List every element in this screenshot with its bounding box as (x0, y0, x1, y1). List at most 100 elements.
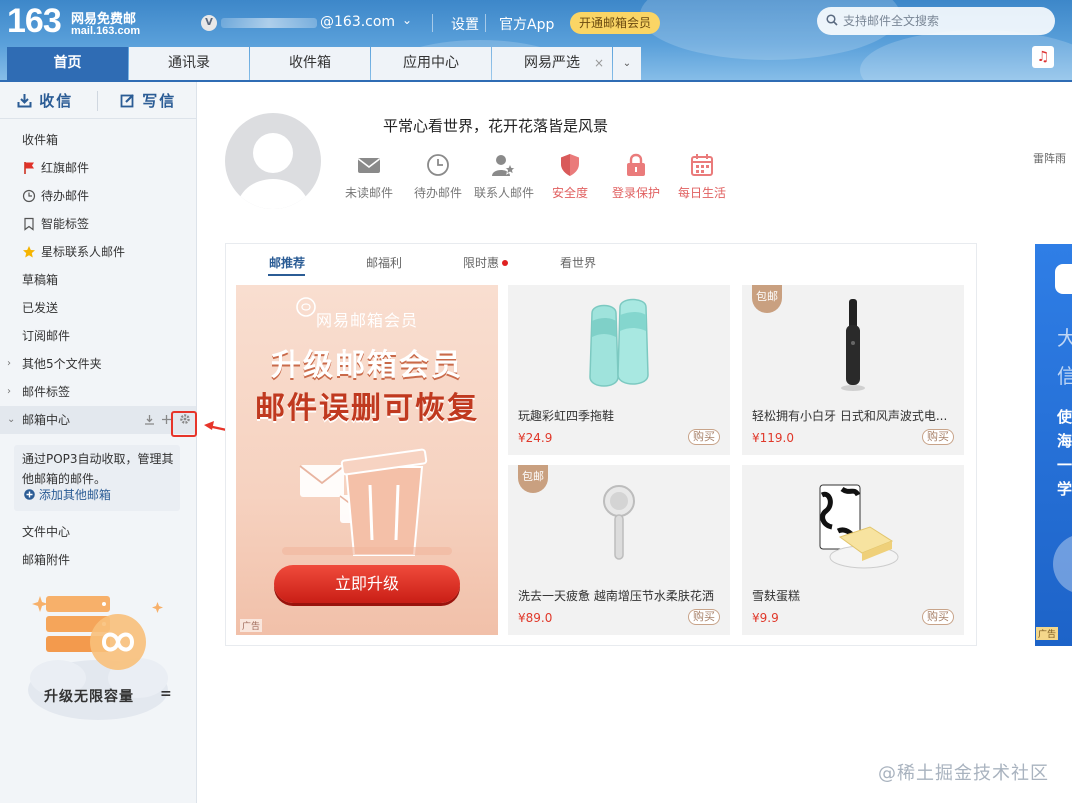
watermark: @稀土掘金技术社区 (878, 763, 1049, 784)
open-vip-button[interactable]: 开通邮箱会员 (570, 12, 660, 34)
settings-link[interactable]: 设置 (451, 14, 479, 34)
folder-label: 邮件标签 (22, 385, 71, 399)
product-card-slippers[interactable]: 玩趣彩虹四季拖鞋 ¥24.9 购买 (508, 285, 730, 455)
product-card-toothbrush[interactable]: 包邮 轻松拥有小白牙 日式和风声波式电... ¥119.0 购买 (742, 285, 964, 455)
side-banner-ad[interactable]: 大 信 使 海 一 学 (1035, 244, 1072, 646)
cake-image (819, 484, 899, 569)
buy-button[interactable]: 购买 (922, 429, 954, 445)
account-name-masked (221, 18, 317, 28)
storage-upgrade-label[interactable]: 升级无限容量 (44, 686, 134, 706)
search-input[interactable] (843, 13, 1043, 29)
buy-button[interactable]: 购买 (688, 609, 720, 625)
clock-icon (22, 189, 36, 203)
compose-divider (97, 91, 98, 111)
sidebar-item-todo[interactable]: 待办邮件 (0, 182, 196, 210)
buy-button[interactable]: 购买 (688, 429, 720, 445)
sidebar-item-file-center[interactable]: 文件中心 (0, 518, 196, 546)
sidebar-item-mail-tags[interactable]: › 邮件标签 (0, 378, 196, 406)
tab-yanxuan[interactable]: 网易严选 × (492, 47, 612, 80)
logo-number[interactable]: 163 (7, 2, 62, 41)
slippers-image (589, 298, 649, 387)
tab-close-icon[interactable]: × (594, 47, 604, 80)
tab-app-center[interactable]: 应用中心 (371, 47, 491, 80)
search-icon[interactable] (826, 14, 838, 26)
product-name: 雪麸蛋糕 (752, 589, 801, 603)
product-card-showerhead[interactable]: 包邮 洗去一天疲惫 越南增压节水柔肤花洒 ¥89.0 购买 (508, 465, 730, 635)
product-price: ¥119.0 (752, 431, 794, 445)
add-other-mailbox-link[interactable]: 添加其他邮箱 (24, 487, 111, 503)
sidebar-item-other-folders[interactable]: › 其他5个文件夹 (0, 350, 196, 378)
upgrade-now-button[interactable]: 立即升级 (274, 565, 460, 603)
star-icon (23, 246, 35, 258)
clock-icon (427, 154, 449, 176)
sidebar-item-smart-tags[interactable]: 智能标签 (0, 210, 196, 238)
chevron-down-icon: ⌄ (7, 414, 16, 425)
feed-tab-deals[interactable]: 限时惠 (463, 254, 499, 271)
buy-button[interactable]: 购买 (922, 609, 954, 625)
folder-label: 草稿箱 (22, 273, 59, 287)
quick-link-label: 待办邮件 (413, 186, 462, 200)
banner-char: 海 (1057, 432, 1072, 450)
vip-upgrade-ad[interactable]: 网易邮箱会员 升级邮箱会员 邮件误删可恢复 立即升级 广告 (236, 285, 498, 635)
tab-label: 通讯录 (168, 55, 210, 71)
product-name: 洗去一天疲惫 越南增压节水柔肤花洒 (518, 589, 714, 603)
product-price: ¥9.9 (752, 611, 779, 625)
quick-link-security[interactable]: 安全度 (538, 152, 602, 201)
tab-contacts[interactable]: 通讯录 (129, 47, 249, 80)
quick-link-label: 联系人邮件 (473, 186, 534, 200)
quick-link-contact-mail[interactable]: 联系人邮件 (472, 152, 536, 201)
active-tab-underline (268, 274, 305, 276)
product-price: ¥89.0 (518, 611, 553, 625)
ad-tag: 广告 (1036, 627, 1059, 640)
vip-level-badge[interactable]: V (201, 15, 217, 31)
profile-motto[interactable]: 平常心看世界，花开花落皆是风景 (383, 115, 608, 136)
tab-inbox[interactable]: 收件箱 (250, 47, 370, 80)
folder-label: 收件箱 (22, 133, 59, 147)
folder-label: 智能标签 (41, 217, 90, 231)
nav-tabs: 首页 通讯录 收件箱 应用中心 网易严选 × ⌄ (7, 47, 641, 80)
sidebar-item-mailbox-center[interactable]: ⌄ 邮箱中心 (0, 406, 196, 434)
banner-char: 使 (1057, 408, 1072, 426)
tab-more-chevron-icon[interactable]: ⌄ (613, 47, 641, 80)
write-mail-button[interactable]: 写信 (120, 90, 176, 112)
sidebar-item-subscriptions[interactable]: 订阅邮件 (0, 322, 196, 350)
logo-url[interactable]: mail.163.com (71, 25, 140, 37)
quick-link-todo[interactable]: 待办邮件 (406, 152, 470, 201)
quick-link-login-protect[interactable]: 登录保护 (604, 152, 668, 201)
sidebar-item-inbox[interactable]: 收件箱 (0, 126, 196, 154)
sidebar-item-flagged[interactable]: 红旗邮件 (0, 154, 196, 182)
folder-label: 已发送 (22, 301, 59, 315)
quick-link-unread[interactable]: 未读邮件 (337, 152, 401, 201)
feed-tab-welfare[interactable]: 邮福利 (366, 254, 402, 271)
account-dropdown-icon[interactable]: ⌄ (402, 13, 412, 27)
download-icon[interactable] (144, 414, 155, 425)
storage-promo-suffix: = (160, 686, 172, 702)
lock-icon (627, 153, 645, 176)
official-app-link[interactable]: 官方App (499, 14, 554, 34)
receive-mail-button[interactable]: 收信 (17, 90, 73, 112)
folder-label: 红旗邮件 (41, 161, 90, 175)
feed-tab-world[interactable]: 看世界 (560, 254, 596, 271)
ad-tag: 广告 (240, 619, 263, 632)
weather-text[interactable]: 雷阵雨 (1033, 150, 1066, 166)
tab-label: 网易严选 (524, 55, 580, 71)
account-email[interactable]: @163.com (320, 14, 395, 30)
avatar[interactable] (225, 113, 321, 209)
sidebar-item-sent[interactable]: 已发送 (0, 294, 196, 322)
shield-icon (561, 154, 579, 176)
tab-home[interactable]: 首页 (7, 47, 128, 80)
product-card-cake[interactable]: 雪麸蛋糕 ¥9.9 购买 (742, 465, 964, 635)
sidebar-item-attachments[interactable]: 邮箱附件 (0, 546, 196, 574)
feed-tab-recommend[interactable]: 邮推荐 (269, 254, 305, 271)
envelope-icon (358, 158, 380, 173)
quick-link-daily-life[interactable]: 每日生活 (670, 152, 734, 201)
banner-char: 学 (1057, 480, 1072, 498)
write-label: 写信 (142, 92, 177, 110)
sidebar-item-drafts[interactable]: 草稿箱 (0, 266, 196, 294)
quick-link-label: 登录保护 (611, 186, 660, 200)
music-icon[interactable]: ♫ (1032, 46, 1054, 68)
folder-label: 订阅邮件 (22, 329, 71, 343)
sidebar-item-starred-contacts[interactable]: 星标联系人邮件 (0, 238, 196, 266)
folder-label: 邮箱附件 (22, 553, 71, 567)
sidebar: 收信 写信 收件箱 红旗邮件 待办邮件 智能标签 星标联系人邮件 草稿箱 已发送… (0, 82, 197, 803)
